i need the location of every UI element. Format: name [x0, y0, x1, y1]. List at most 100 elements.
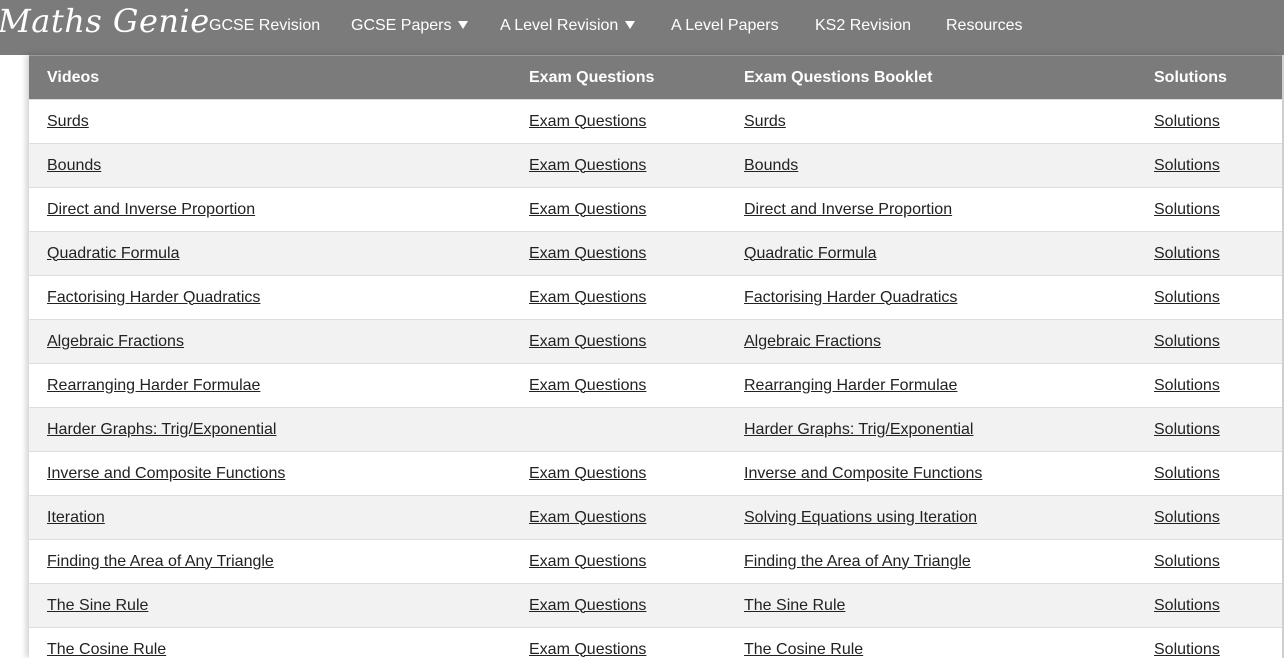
booklet-link[interactable]: Factorising Harder Quadratics [744, 289, 957, 306]
table-cell: Finding the Area of Any Triangle [726, 539, 1136, 584]
video-link[interactable]: The Sine Rule [47, 597, 148, 614]
table-row: Finding the Area of Any Triangle Exam Que… [29, 539, 1283, 584]
exam-questions-link[interactable]: Exam Questions [529, 509, 646, 526]
video-link[interactable]: Algebraic Fractions [47, 333, 184, 350]
table-cell: Solutions [1136, 451, 1283, 496]
table-cell: Exam Questions [511, 495, 726, 540]
table-cell: The Cosine Rule [726, 627, 1136, 658]
site-logo[interactable]: Maths Genie [0, 2, 210, 40]
solutions-link[interactable]: Solutions [1154, 113, 1220, 130]
booklet-link[interactable]: Rearranging Harder Formulae [744, 377, 957, 394]
video-link[interactable]: Direct and Inverse Proportion [47, 201, 255, 218]
video-link[interactable]: Quadratic Formula [47, 245, 180, 262]
booklet-link[interactable]: Surds [744, 113, 786, 130]
booklet-link[interactable]: Solving Equations using Iteration [744, 509, 977, 526]
solutions-link[interactable]: Solutions [1154, 465, 1220, 482]
video-link[interactable]: Harder Graphs: Trig/Exponential [47, 421, 276, 438]
nav-item-label: GCSE Papers [351, 17, 452, 34]
table-cell: Finding the Area of Any Triangle [29, 539, 511, 584]
video-link[interactable]: The Cosine Rule [47, 641, 166, 658]
booklet-link[interactable]: Harder Graphs: Trig/Exponential [744, 421, 973, 438]
video-link[interactable]: Factorising Harder Quadratics [47, 289, 260, 306]
table-cell: Exam Questions [511, 99, 726, 144]
exam-questions-link[interactable]: Exam Questions [529, 465, 646, 482]
video-link[interactable]: Inverse and Composite Functions [47, 465, 285, 482]
exam-questions-link[interactable]: Exam Questions [529, 289, 646, 306]
table-cell: Exam Questions [511, 319, 726, 364]
video-link[interactable]: Surds [47, 113, 89, 130]
table-row: The Cosine Rule Exam Questions The Cosine … [29, 627, 1283, 658]
table-header: Videos Exam Questions Exam Questions Boo… [29, 55, 1283, 100]
solutions-link[interactable]: Solutions [1154, 641, 1220, 658]
table-cell: Solutions [1136, 275, 1283, 320]
top-navbar: Maths Genie GCSE Revision GCSE Papers A … [0, 0, 1284, 55]
nav-item-label: Resources [946, 17, 1023, 34]
exam-questions-link[interactable]: Exam Questions [529, 377, 646, 394]
booklet-link[interactable]: Bounds [744, 157, 798, 174]
column-header-exam-questions-booklet: Exam Questions Booklet [726, 55, 1136, 100]
table-cell: Solutions [1136, 627, 1283, 658]
video-link[interactable]: Bounds [47, 157, 101, 174]
nav-item-ks2-revision[interactable]: KS2 Revision [815, 17, 911, 35]
table-cell: Solutions [1136, 583, 1283, 628]
table-cell: Solutions [1136, 539, 1283, 584]
table-body: Surds Exam Questions Surds Solutions Bounds E… [29, 99, 1283, 658]
exam-questions-link[interactable]: Exam Questions [529, 157, 646, 174]
chevron-down-icon [458, 21, 469, 29]
solutions-link[interactable]: Solutions [1154, 289, 1220, 306]
table-cell: Exam Questions [511, 627, 726, 658]
booklet-link[interactable]: Inverse and Composite Functions [744, 465, 982, 482]
solutions-link[interactable]: Solutions [1154, 157, 1220, 174]
nav-item-resources[interactable]: Resources [946, 17, 1022, 35]
table-cell: Exam Questions [511, 363, 726, 408]
table-row: Rearranging Harder Formulae Exam Question… [29, 363, 1283, 408]
video-link[interactable]: Rearranging Harder Formulae [47, 377, 260, 394]
table-row: Bounds Exam Questions Bounds Solutions [29, 143, 1283, 188]
booklet-link[interactable]: The Sine Rule [744, 597, 845, 614]
column-header-exam-questions: Exam Questions [511, 55, 726, 100]
nav-item-label: GCSE Revision [209, 17, 321, 34]
exam-questions-link[interactable]: Exam Questions [529, 333, 646, 350]
video-link[interactable]: Iteration [47, 509, 105, 526]
solutions-link[interactable]: Solutions [1154, 509, 1220, 526]
solutions-link[interactable]: Solutions [1154, 377, 1220, 394]
solutions-link[interactable]: Solutions [1154, 201, 1220, 218]
exam-questions-link[interactable]: Exam Questions [529, 245, 646, 262]
solutions-link[interactable]: Solutions [1154, 597, 1220, 614]
table-cell: Exam Questions [511, 187, 726, 232]
exam-questions-link[interactable]: Exam Questions [529, 597, 646, 614]
nav-item-a-level-revision[interactable]: A Level Revision [500, 17, 636, 35]
nav-item-gcse-revision[interactable]: GCSE Revision [209, 17, 320, 35]
booklet-link[interactable]: The Cosine Rule [744, 641, 863, 658]
booklet-link[interactable]: Quadratic Formula [744, 245, 877, 262]
table-cell: Surds [29, 99, 511, 144]
solutions-link[interactable]: Solutions [1154, 553, 1220, 570]
exam-questions-link[interactable]: Exam Questions [529, 553, 646, 570]
exam-questions-link[interactable]: Exam Questions [529, 113, 646, 130]
solutions-link[interactable]: Solutions [1154, 421, 1220, 438]
solutions-link[interactable]: Solutions [1154, 333, 1220, 350]
nav-item-label: A Level Papers [671, 17, 779, 34]
table-cell: Solutions [1136, 407, 1283, 452]
table-cell: Bounds [726, 143, 1136, 188]
table-cell: Solutions [1136, 187, 1283, 232]
nav-item-label: A Level Revision [500, 17, 619, 34]
table-cell: Factorising Harder Quadratics [726, 275, 1136, 320]
booklet-link[interactable]: Direct and Inverse Proportion [744, 201, 952, 218]
booklet-link[interactable]: Algebraic Fractions [744, 333, 881, 350]
video-link[interactable]: Finding the Area of Any Triangle [47, 553, 274, 570]
table-cell: Bounds [29, 143, 511, 188]
solutions-link[interactable]: Solutions [1154, 245, 1220, 262]
nav-item-a-level-papers[interactable]: A Level Papers [671, 17, 779, 35]
nav-item-gcse-papers[interactable]: GCSE Papers [351, 17, 469, 35]
exam-questions-link[interactable]: Exam Questions [529, 641, 646, 658]
table-cell: Solutions [1136, 495, 1283, 540]
booklet-link[interactable]: Finding the Area of Any Triangle [744, 553, 971, 570]
topics-table: Videos Exam Questions Exam Questions Boo… [29, 55, 1283, 658]
table-cell: Inverse and Composite Functions [29, 451, 511, 496]
table-cell: Exam Questions [511, 143, 726, 188]
table-cell: Solutions [1136, 99, 1283, 144]
exam-questions-link[interactable]: Exam Questions [529, 201, 646, 218]
table-header-row: Videos Exam Questions Exam Questions Boo… [29, 55, 1283, 100]
table-cell: Exam Questions [511, 451, 726, 496]
